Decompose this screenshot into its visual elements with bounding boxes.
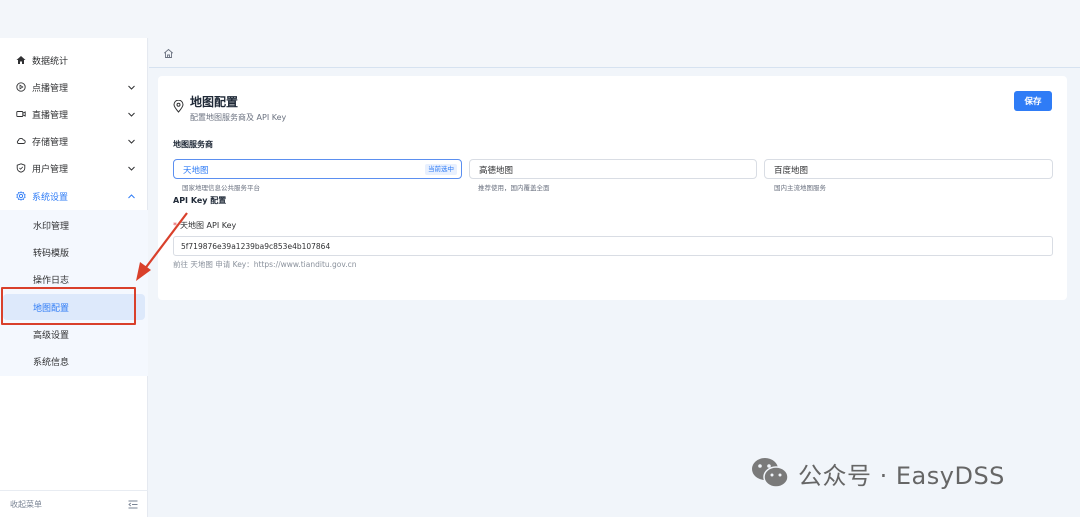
sidebar-item-label: 数据统计 <box>32 56 69 67</box>
sidebar-subitem-map-config[interactable]: 地图配置 <box>3 294 145 320</box>
sidebar: 数据统计 点播管理 直播管理 存储管理 用户管理 系统设置 水印管理 转码模版 … <box>0 38 148 517</box>
breadcrumb <box>149 38 1080 68</box>
sidebar-item-vod[interactable]: 点播管理 <box>0 74 148 100</box>
provider-desc: 推荐使用，国内覆盖全面 <box>478 184 550 192</box>
provider-option-tianditu[interactable]: 天地图 当前选中 <box>173 159 462 179</box>
collapse-menu-label: 收起菜单 <box>10 499 42 509</box>
save-button[interactable]: 保存 <box>1014 91 1052 111</box>
sidebar-item-system-settings[interactable]: 系统设置 <box>0 183 148 209</box>
provider-option-baidu[interactable]: 百度地图 <box>764 159 1053 179</box>
wechat-icon <box>752 458 789 488</box>
sidebar-subitem-label: 系统信息 <box>33 357 70 368</box>
sidebar-subitem-label: 水印管理 <box>33 221 70 232</box>
sidebar-item-label: 点播管理 <box>32 83 69 94</box>
shield-icon <box>16 163 26 173</box>
provider-name: 天地图 <box>183 166 209 176</box>
chevron-down-icon <box>128 166 135 171</box>
current-selected-badge: 当前选中 <box>425 164 457 175</box>
page-title: 地图配置 <box>190 95 239 109</box>
sidebar-subitem-watermark[interactable]: 水印管理 <box>0 212 148 238</box>
sidebar-subitem-advanced-settings[interactable]: 高级设置 <box>0 321 148 347</box>
map-config-card: 地图配置 配置地图服务商及 API Key 保存 地图服务商 天地图 当前选中 … <box>158 76 1067 300</box>
sidebar-subitem-system-info[interactable]: 系统信息 <box>0 348 148 374</box>
sidebar-subitem-label: 高级设置 <box>33 330 70 341</box>
sidebar-item-live[interactable]: 直播管理 <box>0 101 148 127</box>
cloud-icon <box>16 136 26 146</box>
provider-name: 百度地图 <box>774 166 809 176</box>
collapse-menu-icon <box>128 500 138 509</box>
home-icon <box>16 55 26 65</box>
video-camera-icon <box>16 109 26 119</box>
annotation-arrow <box>136 212 188 281</box>
chevron-down-icon <box>128 85 135 90</box>
sidebar-item-label: 直播管理 <box>32 110 69 121</box>
chevron-down-icon <box>128 139 135 144</box>
collapse-menu-button[interactable]: 收起菜单 <box>0 490 148 517</box>
location-pin-icon <box>173 100 184 113</box>
chevron-down-icon <box>128 112 135 117</box>
chevron-up-icon <box>128 193 135 198</box>
provider-option-amap[interactable]: 高德地图 <box>469 159 757 179</box>
provider-desc: 国家地理信息公共服务平台 <box>182 184 260 192</box>
provider-desc: 国内主流地图服务 <box>774 184 826 192</box>
provider-name: 高德地图 <box>479 166 514 176</box>
sidebar-subitem-label: 转码模版 <box>33 248 70 259</box>
sidebar-subitem-operation-log[interactable]: 操作日志 <box>0 266 148 292</box>
gear-icon <box>16 191 26 201</box>
apikey-hint: 前往 天地图 申请 Key：https://www.tianditu.gov.c… <box>173 260 357 269</box>
apikey-input[interactable] <box>173 236 1053 256</box>
page-subtitle: 配置地图服务商及 API Key <box>190 113 287 122</box>
sidebar-subitem-label: 操作日志 <box>33 275 70 286</box>
sidebar-item-label: 存储管理 <box>32 137 69 148</box>
sidebar-item-storage[interactable]: 存储管理 <box>0 128 148 154</box>
top-strip <box>0 0 1080 38</box>
watermark-text: 公众号 · EasyDSS <box>798 461 1005 490</box>
sidebar-item-label: 系统设置 <box>32 192 69 203</box>
play-circle-icon <box>16 82 26 92</box>
sidebar-item-users[interactable]: 用户管理 <box>0 155 148 181</box>
sidebar-subitem-transcode-template[interactable]: 转码模版 <box>0 239 148 265</box>
sidebar-subitem-label: 地图配置 <box>33 303 70 314</box>
apikey-section-label: API Key 配置 <box>173 196 227 205</box>
providers-section-label: 地图服务商 <box>173 140 213 149</box>
sidebar-item-dashboard[interactable]: 数据统计 <box>0 47 148 73</box>
breadcrumb-home-icon[interactable] <box>163 48 174 59</box>
watermark: 公众号 · EasyDSS <box>750 455 1005 491</box>
sidebar-item-label: 用户管理 <box>32 164 69 175</box>
